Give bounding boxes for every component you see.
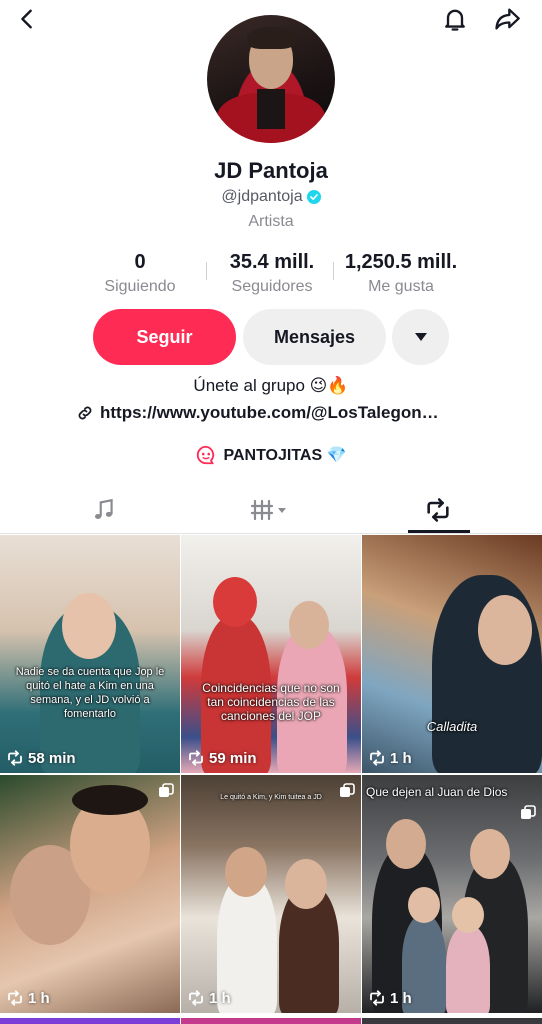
multi-photo-icon: [159, 783, 174, 797]
video-caption: Calladita: [426, 719, 478, 734]
thumb-cap: [213, 577, 257, 627]
repost-icon: [189, 990, 203, 1006]
thumb-face: [452, 897, 484, 933]
follow-button[interactable]: Seguir: [93, 309, 236, 365]
video-time: 58 min: [28, 749, 76, 767]
video-meta: 1 h: [368, 749, 412, 767]
video-thumbnail[interactable]: Que dejen al Juan de Dios 1 h: [362, 775, 542, 1013]
video-caption: Que dejen al Juan de Dios: [366, 785, 508, 799]
stat-label: Me gusta: [368, 278, 434, 295]
thumb-face: [289, 601, 329, 649]
profile-name: JD Pantoja: [214, 158, 328, 183]
stat-likes[interactable]: 1,250.5 mill. Me gusta: [330, 250, 472, 298]
thumb-hair: [72, 785, 148, 815]
video-meta: 1 h: [187, 989, 231, 1007]
repost-icon: [427, 497, 449, 522]
tab-reposts[interactable]: [378, 486, 498, 533]
stat-value: 35.4 mill.: [229, 251, 315, 273]
video-meta: 1 h: [6, 989, 50, 1007]
messages-button[interactable]: Mensajes: [243, 309, 386, 365]
grid-dropdown-icon: [250, 499, 286, 520]
video-caption: Le quitó a Kim, y Kim tuitea a JD: [220, 794, 322, 801]
video-meta: 59 min: [187, 749, 257, 767]
repost-icon: [8, 990, 22, 1006]
multi-photo-icon: [340, 783, 355, 797]
group-chat-icon: [197, 445, 215, 465]
caret-down-icon: [414, 333, 427, 341]
thumb-peek: [181, 1018, 361, 1024]
thumb-peek: [362, 1018, 542, 1024]
bio-link[interactable]: https://www.youtube.com/@LosTalegon…: [76, 403, 476, 423]
video-time: 1 h: [209, 989, 231, 1007]
content-tabs: [0, 486, 542, 534]
repost-icon: [370, 990, 384, 1006]
bell-icon[interactable]: [438, 2, 472, 36]
stats-row: 0 Siguiendo 35.4 mill. Seguidores 1,250.…: [0, 250, 542, 296]
thumb-figure: [446, 925, 490, 1013]
stat-label: Seguidores: [231, 278, 313, 295]
stat-label: Siguiendo: [104, 278, 176, 295]
avatar-hair: [247, 27, 295, 49]
tab-videos[interactable]: [211, 486, 331, 533]
stat-value: 1,250.5 mill.: [344, 251, 458, 273]
bio-link-text[interactable]: https://www.youtube.com/@LosTalegon…: [100, 403, 439, 423]
video-thumbnail[interactable]: 1 h: [0, 775, 180, 1013]
profile-handle: @jdpantoja: [221, 188, 303, 205]
thumb-peek: [0, 1018, 180, 1024]
profile-category: Artista: [248, 213, 294, 230]
repost-icon: [8, 750, 22, 766]
stat-value: 0: [134, 251, 146, 273]
thumb-face: [408, 887, 440, 923]
link-icon: [78, 406, 92, 420]
video-meta: 1 h: [368, 989, 412, 1007]
video-caption: Nadie se da cuenta que Jop le quitó el h…: [15, 666, 165, 720]
thumb-face: [285, 859, 327, 909]
video-thumbnail[interactable]: Coincidencias que no son tan coincidenci…: [181, 535, 361, 773]
verified-badge-icon: [306, 190, 321, 204]
stat-following[interactable]: 0 Siguiendo: [90, 250, 190, 298]
repost-icon: [189, 750, 203, 766]
stat-divider: [206, 262, 207, 280]
stat-followers[interactable]: 35.4 mill. Seguidores: [213, 250, 331, 298]
video-grid: Nadie se da cuenta que Jop le quitó el h…: [0, 535, 542, 1024]
video-time: 1 h: [28, 989, 50, 1007]
group-link[interactable]: PANTOJITAS 💎: [0, 444, 542, 466]
thumb-face: [62, 593, 116, 659]
thumb-face: [470, 829, 510, 879]
active-tab-indicator: [408, 530, 470, 533]
repost-icon: [370, 750, 384, 766]
video-thumbnail[interactable]: Nadie se da cuenta que Jop le quitó el h…: [0, 535, 180, 773]
bio-text: Únete al grupo 😉🔥: [193, 376, 349, 395]
avatar[interactable]: [207, 15, 335, 143]
music-note-icon: [95, 498, 113, 519]
video-time: 1 h: [390, 989, 412, 1007]
video-time: 1 h: [390, 749, 412, 767]
video-thumbnail[interactable]: Calladita 1 h: [362, 535, 542, 773]
tab-music[interactable]: [44, 486, 164, 533]
thumb-face: [386, 819, 426, 869]
video-thumbnail[interactable]: Le quitó a Kim, y Kim tuitea a JD 1 h: [181, 775, 361, 1013]
thumb-face: [225, 847, 267, 897]
more-options-button[interactable]: [392, 309, 449, 365]
back-arrow-icon[interactable]: [10, 2, 44, 36]
thumb-face: [478, 595, 532, 665]
video-caption: Coincidencias que no son tan coincidenci…: [202, 681, 340, 723]
multi-photo-icon: [521, 805, 536, 819]
video-time: 59 min: [209, 749, 257, 767]
handle-row: @jdpantoja: [0, 188, 542, 206]
video-meta: 58 min: [6, 749, 76, 767]
group-name[interactable]: PANTOJITAS 💎: [223, 445, 346, 465]
avatar-shirt: [257, 89, 285, 129]
share-arrow-icon[interactable]: [490, 2, 524, 36]
next-row-peek: [0, 1018, 542, 1024]
